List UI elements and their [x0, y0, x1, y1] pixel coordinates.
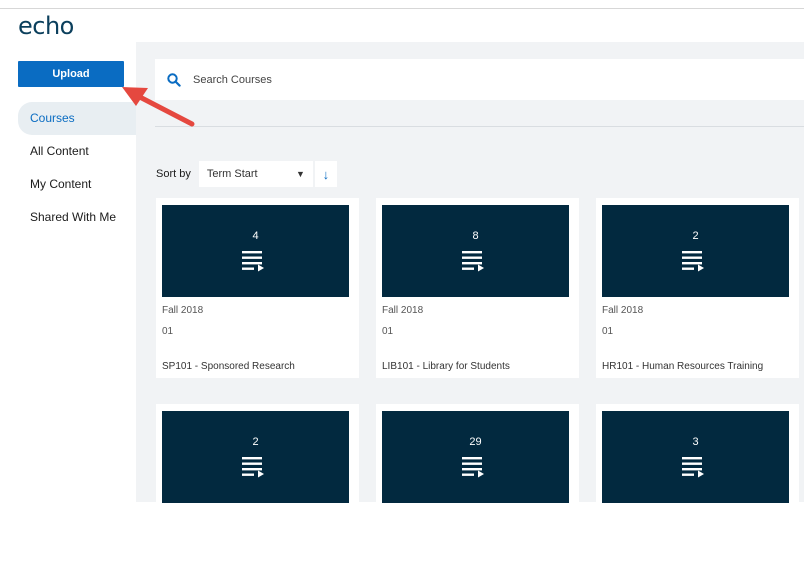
main-content: Sort by Term Start ▼ ↓ 4 Fall 2018 01 SP… — [136, 42, 804, 584]
course-card[interactable]: 2 — [156, 404, 359, 584]
course-thumbnail[interactable]: 8 — [382, 205, 569, 297]
search-bar[interactable] — [155, 59, 804, 100]
course-name[interactable]: LIB101 - Library for Students — [382, 361, 510, 372]
course-section: 01 — [382, 326, 394, 337]
course-thumbnail[interactable]: 29 — [382, 411, 569, 503]
sort-label: Sort by — [156, 168, 191, 180]
media-count: 29 — [469, 436, 482, 448]
playlist-icon — [682, 457, 704, 478]
top-divider — [0, 8, 804, 9]
course-term: Fall 2018 — [162, 305, 204, 316]
course-thumbnail[interactable]: 3 — [602, 411, 789, 503]
sort-selected-value: Term Start — [206, 168, 258, 180]
playlist-icon — [242, 251, 264, 272]
media-count: 2 — [252, 436, 259, 448]
course-card[interactable]: 2 Fall 2018 01 HR101 - Human Resources T… — [596, 198, 799, 378]
course-section: 01 — [162, 326, 174, 337]
course-thumbnail[interactable]: 2 — [162, 411, 349, 503]
course-thumbnail[interactable]: 2 — [602, 205, 789, 297]
playlist-icon — [462, 251, 484, 272]
sidebar-item-all-content[interactable]: All Content — [18, 135, 136, 168]
sort-select[interactable]: Term Start ▼ — [198, 161, 313, 187]
search-input[interactable] — [191, 72, 755, 87]
course-name[interactable]: HR101 - Human Resources Training — [602, 361, 763, 372]
playlist-icon — [462, 457, 484, 478]
course-term: Fall 2018 — [382, 305, 424, 316]
media-count: 4 — [252, 230, 259, 242]
sort-direction-button[interactable]: ↓ — [314, 161, 337, 187]
course-card[interactable]: 29 — [376, 404, 579, 584]
course-card[interactable]: 8 Fall 2018 01 LIB101 - Library for Stud… — [376, 198, 579, 378]
course-card[interactable]: 4 Fall 2018 01 SP101 - Sponsored Researc… — [156, 198, 359, 378]
media-count: 8 — [472, 230, 479, 242]
course-card[interactable]: 3 — [596, 404, 799, 584]
arrow-down-icon: ↓ — [322, 166, 330, 182]
sidebar: Upload Courses All Content My Content Sh… — [0, 42, 136, 502]
logo-text: echo — [18, 12, 74, 40]
annotation-arrow-icon — [122, 87, 195, 127]
upload-button[interactable]: Upload — [18, 61, 124, 87]
sort-controls: Sort by Term Start ▼ ↓ — [156, 161, 337, 187]
playlist-icon — [242, 457, 264, 478]
media-count: 2 — [692, 230, 699, 242]
course-thumbnail[interactable]: 4 — [162, 205, 349, 297]
playlist-icon — [682, 251, 704, 272]
course-section: 01 — [602, 326, 614, 337]
sidebar-item-shared-with-me[interactable]: Shared With Me — [18, 201, 136, 234]
media-count: 3 — [692, 436, 699, 448]
caret-down-icon: ▼ — [295, 169, 305, 179]
course-term: Fall 2018 — [602, 305, 644, 316]
course-name[interactable]: SP101 - Sponsored Research — [162, 361, 295, 372]
echo-logo[interactable]: echo — [18, 12, 74, 42]
section-divider — [155, 126, 804, 127]
sidebar-item-my-content[interactable]: My Content — [18, 168, 136, 201]
